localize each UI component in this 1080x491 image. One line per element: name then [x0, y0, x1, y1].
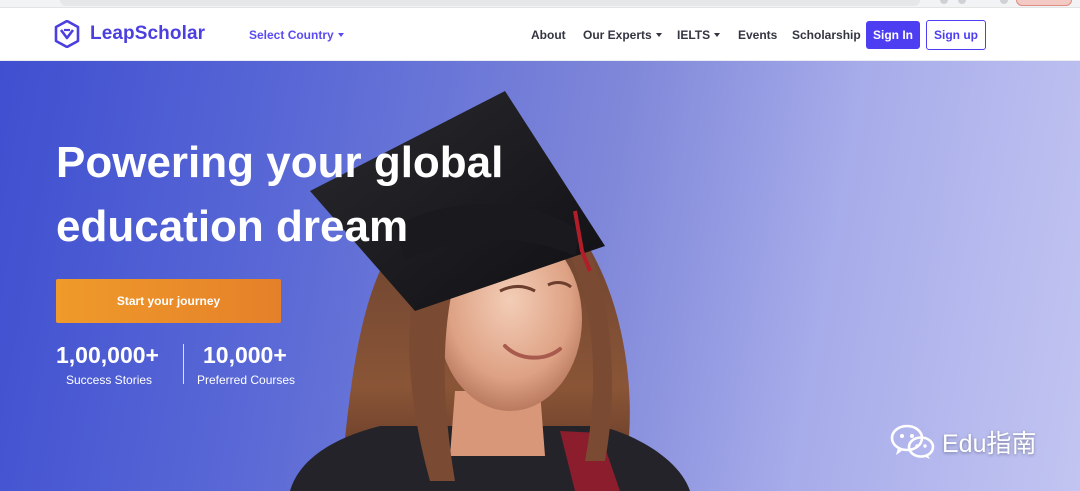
chevron-down-icon: [714, 33, 721, 37]
country-select-label: Select Country: [249, 28, 334, 42]
sign-up-button[interactable]: Sign up: [926, 20, 986, 50]
watermark-text: Edu指南: [942, 430, 1037, 458]
chevron-down-icon: [337, 33, 344, 37]
wechat-icon: [890, 424, 935, 459]
headline-line-1: Powering your global: [56, 138, 504, 187]
nav-our-experts[interactable]: Our Experts: [583, 28, 662, 42]
nav-ielts-label: IELTS: [677, 28, 711, 42]
stat-number: 1,00,000+: [56, 342, 159, 368]
stat-label: Success Stories: [66, 373, 153, 387]
chevron-down-icon: [655, 33, 662, 37]
stat-number: 10,000+: [203, 342, 287, 368]
nav-events[interactable]: Events: [738, 28, 777, 42]
logo[interactable]: LeapScholar: [54, 20, 205, 48]
update-button[interactable]: [1016, 0, 1072, 6]
stat-divider: [183, 344, 184, 384]
nav-scholarship-label: Scholarship: [792, 28, 861, 42]
stat-success-stories: 1,00,000+ Success Stories: [56, 342, 159, 387]
nav-scholarship[interactable]: Scholarship: [792, 28, 861, 42]
extension-icon[interactable]: [958, 0, 966, 4]
nav-ielts[interactable]: IELTS: [677, 28, 721, 42]
country-select[interactable]: Select Country: [249, 28, 344, 42]
nav-about[interactable]: About: [531, 28, 566, 42]
nav-about-label: About: [531, 28, 566, 42]
start-journey-button[interactable]: Start your journey: [56, 279, 281, 323]
extension-icon[interactable]: [940, 0, 948, 4]
nav-our-experts-label: Our Experts: [583, 28, 652, 42]
top-navigation: LeapScholar Select Country About Our Exp…: [0, 8, 1080, 61]
headline-line-2: education dream: [56, 202, 409, 251]
sign-in-button[interactable]: Sign In: [866, 21, 920, 49]
address-bar[interactable]: [60, 0, 920, 6]
stat-preferred-courses: 10,000+ Preferred Courses: [197, 342, 295, 387]
browser-strip: [0, 0, 1080, 8]
nav-events-label: Events: [738, 28, 778, 42]
stat-label: Preferred Courses: [197, 373, 296, 387]
logo-text: LeapScholar: [90, 23, 206, 44]
profile-icon[interactable]: [1000, 0, 1008, 4]
hero-headline: Powering your global education dream: [56, 131, 536, 259]
watermark: Edu指南: [890, 423, 1036, 461]
hero-banner: Powering your global education dream Sta…: [0, 61, 1080, 491]
leapscholar-logo-icon: [54, 20, 80, 48]
